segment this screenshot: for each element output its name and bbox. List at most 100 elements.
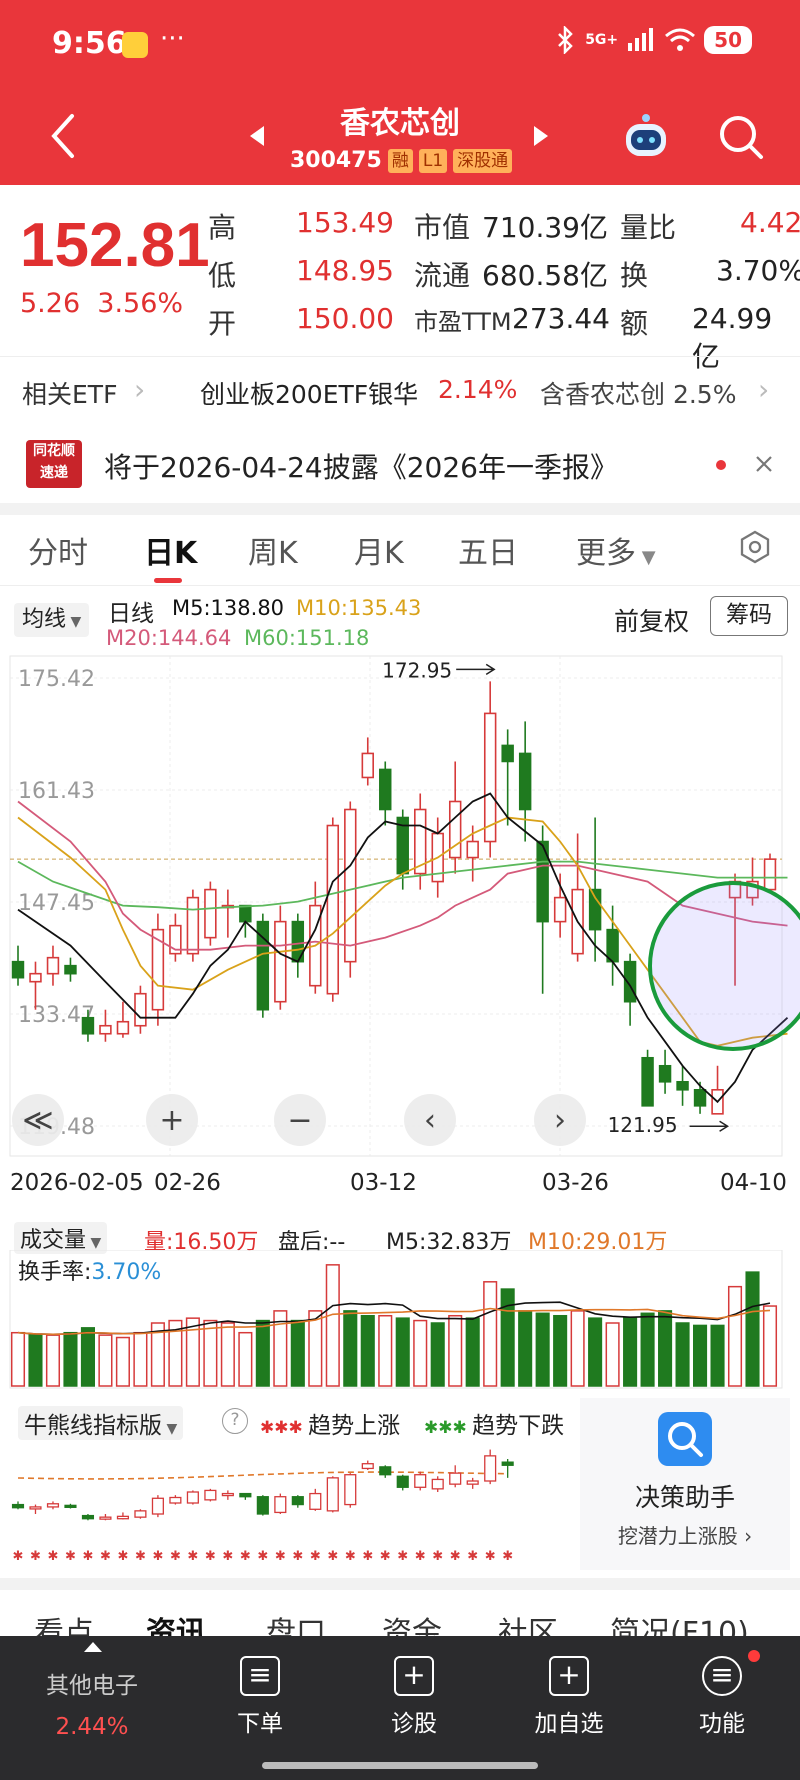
volume-bar (80, 1327, 95, 1387)
candle-body (483, 712, 497, 843)
add-watchlist-button[interactable]: + 加自选 (524, 1656, 614, 1738)
volume-bar (465, 1317, 480, 1387)
green-stars-icon: ✱✱✱ (424, 1418, 473, 1438)
diagnose-icon: + (394, 1656, 434, 1696)
candle-body (116, 1020, 130, 1035)
candle-body (81, 1016, 95, 1035)
brand-bottom: 速递 (40, 465, 68, 481)
app-notification-icon (122, 32, 148, 58)
divider (0, 356, 800, 357)
candle-body (763, 858, 777, 891)
indicator-body (221, 1492, 234, 1497)
trend-star-marker: ✱ (380, 1549, 391, 1564)
chips-button[interactable]: 筹码 (710, 596, 788, 636)
indicator-body (204, 1489, 217, 1501)
trend-star-marker: ✱ (397, 1549, 408, 1564)
etf-name[interactable]: 创业板200ETF银华 (200, 375, 418, 411)
tab-more[interactable]: 更多 ▼ (576, 528, 656, 572)
indicator-chart[interactable]: ✱ ✱ ✱ ✱ ✱ ✱ ✱ ✱ ✱ ✱ ✱ ✱ ✱ ✱ ✱ ✱ ✱ ✱ ✱ ✱ ✱ ✱ ✱ ✱ ✱ ✱ ✱ ✱ ✱ (0, 1440, 580, 1574)
home-indicator (262, 1762, 538, 1769)
trend-star-marker: ✱ (83, 1549, 94, 1564)
trend-star-marker: ✱ (117, 1549, 128, 1564)
indicator-svg[interactable]: ✱ ✱ ✱ ✱ ✱ ✱ ✱ ✱ ✱ ✱ ✱ ✱ ✱ ✱ ✱ ✱ ✱ ✱ ✱ ✱ ✱ ✱ ✱ ✱ ✱ ✱ ✱ ✱ ✱ (0, 1440, 580, 1570)
tab-daily-k[interactable]: 日K (144, 528, 197, 572)
volume-bar (727, 1285, 743, 1387)
tab-five-day[interactable]: 五日 (458, 528, 518, 572)
diagnose-button[interactable]: + 诊股 (374, 1656, 454, 1738)
volume-bar (553, 1314, 568, 1387)
indicator-select[interactable]: 牛熊线指标版 ▼ (18, 1406, 184, 1440)
assistant-subtitle-text: 挖潜力上涨股 (617, 1524, 738, 1548)
y-tick-label: 175.42 (18, 667, 95, 692)
decision-assistant-card[interactable]: 决策助手 挖潜力上涨股 › (580, 1398, 790, 1570)
trend-star-marker: ✱ (205, 1549, 216, 1564)
period-tabs: 分时 日K 周K 月K 五日 更多 ▼ (0, 528, 800, 588)
volume-bar (325, 1264, 340, 1387)
tab-monthly-k[interactable]: 月K (354, 528, 404, 572)
adjust-mode[interactable]: 前复权 (614, 602, 689, 638)
candle-body (99, 1024, 112, 1035)
low-annotation: 121.95 (608, 1113, 678, 1137)
trend-star-marker: ✱ (362, 1549, 373, 1564)
caret-down-icon: ▼ (636, 547, 656, 568)
volume-bar (63, 1331, 78, 1387)
high-arrow (456, 663, 496, 675)
candle-body (274, 920, 287, 1003)
candle-body (344, 808, 357, 963)
connect-tag: 深股通 (453, 148, 513, 173)
volume-chart[interactable] (0, 1249, 800, 1394)
close-icon[interactable] (754, 454, 774, 474)
volume-bar (203, 1319, 218, 1387)
indicator-body (309, 1492, 322, 1510)
open-value: 150.00 (296, 302, 394, 335)
volume-m5-line (17, 1301, 771, 1336)
volume-bar (535, 1312, 550, 1387)
stock-header: 9:56 ··· 5G+ 50 香农芯创 300475 融 L1 深股通 (0, 0, 800, 185)
tab-weekly-k[interactable]: 周K (248, 528, 298, 572)
help-icon[interactable]: ? (222, 1408, 248, 1434)
caret-down-icon: ▼ (66, 614, 82, 630)
x-tick: 2026-02-05 (10, 1170, 144, 1196)
next-button-icon: › (554, 1103, 566, 1138)
float-cap-value: 680.58亿 (482, 259, 608, 292)
indicator-body (11, 1503, 25, 1509)
kline-chart[interactable]: 175.42161.43147.45133.47119.48172.95121.… (0, 648, 800, 1192)
settings-hexagon-icon[interactable] (738, 530, 772, 564)
volume-bar (378, 1314, 393, 1387)
section-gap (0, 503, 800, 515)
add-icon: + (549, 1656, 589, 1696)
indicator-body (274, 1496, 287, 1514)
report-notice[interactable]: 同花顺 速递 将于2026-04-24披露《2026年一季报》 (0, 430, 800, 500)
candle-body (606, 928, 619, 963)
volume-bar (605, 1322, 620, 1387)
ma-select[interactable]: 均线 ▼ (14, 603, 90, 637)
function-button[interactable]: ≡ 功能 (682, 1656, 762, 1738)
candle-body (204, 888, 217, 939)
trend-star-marker: ✱ (48, 1549, 59, 1564)
change-amount: 5.26 (20, 288, 81, 319)
related-etf-row[interactable]: 相关ETF › 创业板200ETF银华 2.14% 含香农芯创 2.5% › (0, 365, 800, 417)
next-stock-icon[interactable] (532, 124, 550, 148)
candle-body (676, 1080, 689, 1091)
robot-assistant-icon[interactable] (620, 110, 672, 162)
search-icon[interactable] (718, 114, 764, 160)
trend-star-marker: ✱ (345, 1549, 356, 1564)
kline-svg[interactable]: 175.42161.43147.45133.47119.48172.95121.… (0, 648, 800, 1188)
amount-label: 额 (620, 307, 649, 340)
sector-button[interactable]: 其他电子 2.44% (30, 1666, 154, 1740)
info-tabs: 看点 资讯 盘口 资金 社区 简况(F10) (0, 1598, 800, 1651)
prev-button-icon: ‹ (424, 1103, 436, 1138)
level-tag: L1 (418, 148, 448, 173)
x-tick: 03-26 (542, 1170, 609, 1196)
volume-bar (500, 1288, 515, 1387)
trend-star-marker: ✱ (292, 1549, 303, 1564)
status-indicators: 5G+ 50 (555, 26, 752, 54)
candle-body (326, 824, 340, 995)
trend-star-marker: ✱ (187, 1549, 198, 1564)
volume-svg[interactable] (0, 1249, 800, 1390)
order-button[interactable]: ≡ 下单 (220, 1656, 300, 1738)
stock-code-row: 300475 融 L1 深股通 (290, 148, 513, 173)
volume-bar (430, 1322, 445, 1387)
tab-intraday[interactable]: 分时 (28, 528, 88, 572)
price-change: 5.26 3.56% (20, 288, 183, 319)
